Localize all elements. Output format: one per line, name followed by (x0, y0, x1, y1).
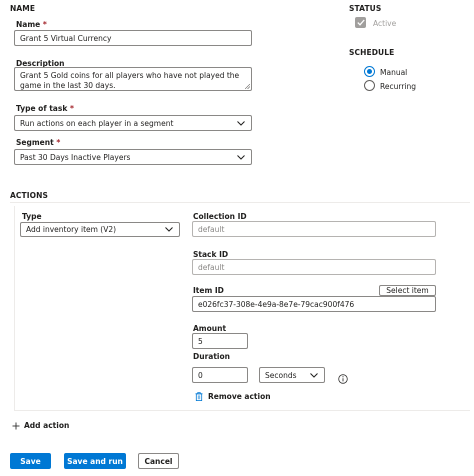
item-id-label: Item ID (193, 286, 224, 295)
resize-handle-icon[interactable] (245, 84, 250, 89)
select-item-button[interactable]: Select item (379, 285, 436, 296)
actions-divider (10, 202, 470, 203)
duration-unit-select-value: Seconds (265, 370, 297, 380)
task-type-select[interactable]: Run actions on each player in a segment (14, 115, 252, 131)
stack-id-input[interactable]: default (192, 259, 436, 275)
add-action-label: Add action (24, 421, 70, 430)
actions-section-heading: ACTIONS (10, 191, 48, 200)
segment-select[interactable]: Past 30 Days Inactive Players (14, 149, 252, 165)
active-checkbox-label: Active (373, 19, 397, 28)
name-section-heading: NAME (10, 4, 36, 13)
segment-select-value: Past 30 Days Inactive Players (20, 152, 131, 162)
chevron-down-icon (236, 118, 246, 128)
collection-id-label: Collection ID (193, 212, 247, 221)
action-type-label: Type (22, 212, 42, 221)
remove-action-button[interactable]: Remove action (195, 392, 271, 401)
task-type-select-value: Run actions on each player in a segment (20, 118, 174, 128)
chevron-down-icon (164, 225, 174, 235)
schedule-recurring-radio[interactable] (364, 80, 375, 91)
duration-unit-select[interactable]: Seconds (259, 367, 325, 383)
save-and-run-button[interactable]: Save and run (64, 453, 126, 469)
amount-label: Amount (193, 324, 227, 333)
stack-id-label: Stack ID (193, 250, 229, 259)
chevron-down-icon (236, 152, 246, 162)
schedule-manual-label: Manual (380, 67, 408, 77)
trash-icon (195, 392, 203, 401)
active-checkbox[interactable] (355, 17, 366, 28)
collection-id-input[interactable]: default (192, 221, 436, 237)
task-type-label-text: Type of task (16, 104, 68, 113)
item-id-input[interactable]: e026fc37-308e-4e9a-8e7e-79cac900f476 (192, 296, 436, 312)
description-textarea-value: Grant 5 Gold coins for all players who h… (20, 71, 240, 90)
segment-label-text: Segment (16, 138, 54, 147)
name-input-value: Grant 5 Virtual Currency (20, 33, 112, 43)
amount-input[interactable]: 5 (192, 333, 248, 349)
task-type-label: Type of task * (16, 104, 74, 113)
collection-id-placeholder: default (198, 224, 225, 234)
amount-input-value: 5 (198, 336, 203, 346)
name-input[interactable]: Grant 5 Virtual Currency (14, 30, 252, 46)
add-action-button[interactable]: Add action (12, 421, 69, 430)
schedule-section-heading: SCHEDULE (349, 48, 395, 57)
required-mark: * (69, 104, 74, 113)
required-mark: * (56, 138, 61, 147)
item-id-input-value: e026fc37-308e-4e9a-8e7e-79cac900f476 (198, 299, 355, 309)
required-mark: * (42, 20, 47, 29)
schedule-manual-radio[interactable] (364, 66, 375, 77)
action-type-select-value: Add inventory item (V2) (26, 225, 117, 234)
cancel-button[interactable]: Cancel (138, 453, 179, 469)
plus-icon (12, 422, 20, 429)
remove-action-label: Remove action (208, 392, 271, 401)
duration-input-value: 0 (198, 370, 203, 380)
chevron-down-icon (309, 370, 319, 380)
status-section-heading: STATUS (349, 4, 382, 13)
description-textarea[interactable]: Grant 5 Gold coins for all players who h… (14, 67, 252, 91)
info-icon[interactable] (338, 369, 348, 388)
duration-input[interactable]: 0 (192, 367, 248, 383)
name-label: Name * (16, 20, 47, 29)
segment-label: Segment * (16, 138, 60, 147)
save-button[interactable]: Save (10, 453, 51, 469)
action-type-select[interactable]: Add inventory item (V2) (20, 222, 180, 237)
duration-label: Duration (193, 352, 230, 361)
name-label-text: Name (16, 20, 41, 29)
radio-selected-dot (367, 69, 372, 74)
stack-id-placeholder: default (198, 262, 225, 272)
checkmark-icon (356, 19, 365, 26)
schedule-recurring-label: Recurring (380, 81, 416, 91)
